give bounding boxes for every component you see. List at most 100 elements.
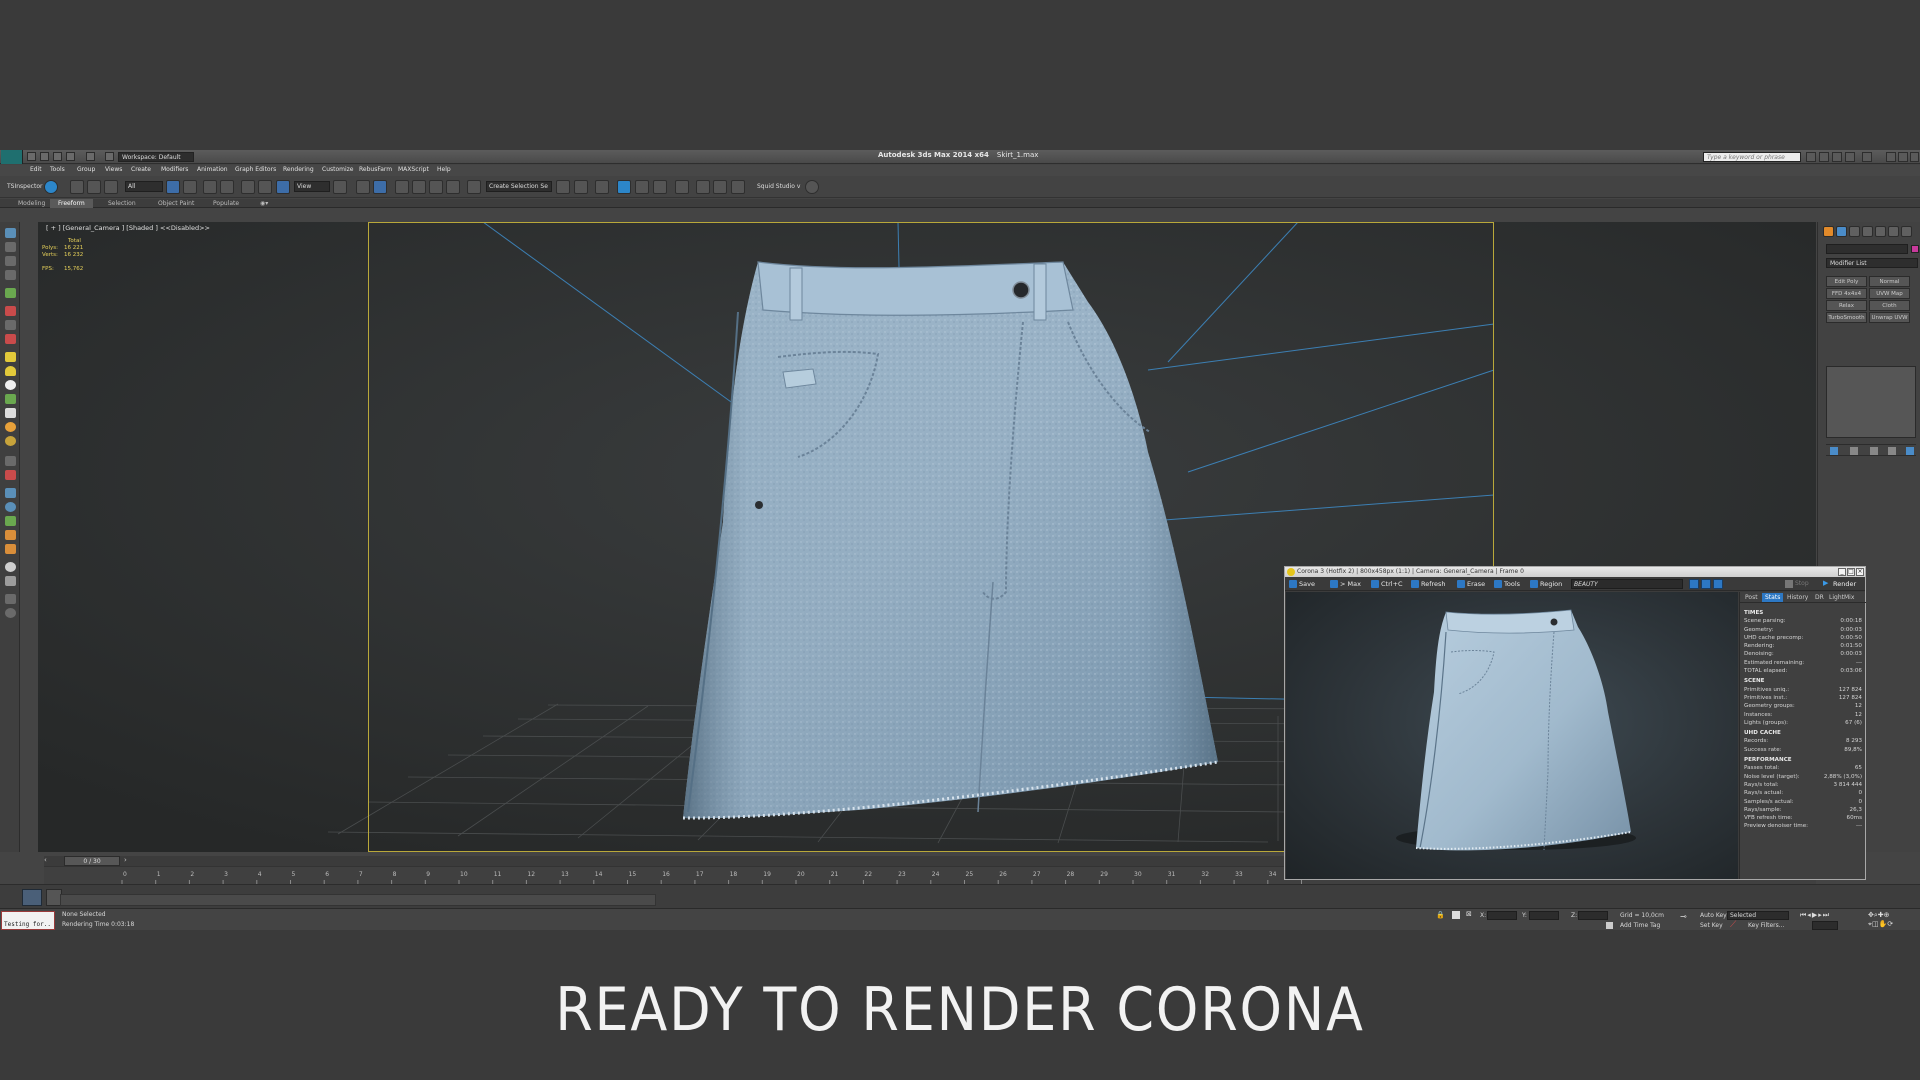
zoom-out-icon[interactable]: [1701, 579, 1711, 589]
squid-studio-icon[interactable]: [805, 180, 819, 194]
menu-group[interactable]: Group: [77, 166, 95, 173]
unlink-selection-icon[interactable]: [87, 180, 101, 194]
modifier-list-dropdown[interactable]: Modifier List: [1826, 258, 1918, 268]
vfb-erase-button[interactable]: Erase: [1457, 579, 1485, 589]
menu-graph-editors[interactable]: Graph Editors: [235, 166, 276, 173]
minimize-icon[interactable]: [1886, 152, 1896, 162]
menu-modifiers[interactable]: Modifiers: [161, 166, 188, 173]
vfb-minimize-icon[interactable]: _: [1838, 568, 1846, 576]
tsinspector-label[interactable]: TSInspector: [7, 183, 42, 190]
vfb-tools-button[interactable]: Tools: [1494, 579, 1520, 589]
percent-snap-icon[interactable]: [429, 180, 443, 194]
render-setup-icon[interactable]: [696, 180, 710, 194]
isolate-icon[interactable]: [1452, 911, 1460, 919]
help-icon[interactable]: [1862, 152, 1872, 162]
select-and-move-icon[interactable]: [241, 180, 255, 194]
vfb-region-button[interactable]: Region: [1530, 579, 1562, 589]
vfb-save-button[interactable]: Save: [1289, 579, 1315, 589]
curve-editor-icon[interactable]: [635, 180, 649, 194]
plane-icon[interactable]: [5, 456, 16, 466]
vfb-render-button[interactable]: Render: [1833, 580, 1856, 588]
modifier-relax-button[interactable]: Relax: [1826, 300, 1867, 311]
modifier-ffd-button[interactable]: FFD 4x4x4: [1826, 288, 1867, 299]
new-file-icon[interactable]: [27, 152, 36, 161]
help-circle-icon[interactable]: [5, 608, 16, 618]
menu-rendering[interactable]: Rendering: [283, 166, 314, 173]
vfb-copy-button[interactable]: Ctrl+C: [1371, 579, 1403, 589]
modifier-normal-button[interactable]: Normal: [1869, 276, 1910, 287]
y-coordinate-field[interactable]: [1529, 911, 1559, 920]
absolute-mode-icon[interactable]: ⊠: [1466, 911, 1476, 919]
modifier-unwrap-uvw-button[interactable]: Unwrap UVW: [1869, 312, 1910, 323]
menu-help[interactable]: Help: [437, 166, 451, 173]
teapot-icon[interactable]: [5, 394, 16, 404]
time-slider-thumb[interactable]: 0 / 30: [64, 856, 120, 866]
key-icon[interactable]: ⊸: [1680, 913, 1694, 921]
paint-icon[interactable]: [5, 530, 16, 540]
modifier-edit-poly-button[interactable]: Edit Poly: [1826, 276, 1867, 287]
menu-maxscript[interactable]: MAXScript: [398, 166, 429, 173]
reference-coordinate-dropdown[interactable]: View: [294, 181, 330, 192]
grid-icon[interactable]: [5, 270, 16, 280]
align-icon[interactable]: [574, 180, 588, 194]
tab-object-paint[interactable]: Object Paint: [150, 199, 202, 208]
key-track[interactable]: [60, 894, 656, 906]
select-and-rotate-icon[interactable]: [258, 180, 272, 194]
snaps-toggle-icon[interactable]: [395, 180, 409, 194]
edit-named-selection-icon[interactable]: [467, 180, 481, 194]
menu-animation[interactable]: Animation: [197, 166, 228, 173]
vfb-refresh-button[interactable]: Refresh: [1411, 579, 1446, 589]
menu-customize[interactable]: Customize: [322, 166, 354, 173]
tab-selection[interactable]: Selection: [100, 199, 144, 208]
select-by-name-icon[interactable]: [183, 180, 197, 194]
spinner-snap-icon[interactable]: [446, 180, 460, 194]
menu-edit[interactable]: Edit: [30, 166, 42, 173]
zoom-in-icon[interactable]: [1689, 579, 1699, 589]
select-and-scale-icon[interactable]: [276, 180, 290, 194]
open-file-icon[interactable]: [40, 152, 49, 161]
motion-tab-icon[interactable]: [1862, 226, 1873, 237]
modifier-stack[interactable]: [1826, 366, 1916, 438]
rectangular-selection-icon[interactable]: [203, 180, 217, 194]
tsinspector-icon[interactable]: [44, 180, 58, 194]
select-and-link-icon[interactable]: [70, 180, 84, 194]
maxscript-listener[interactable]: Testing for..: [1, 911, 55, 930]
search-icon[interactable]: [1806, 152, 1816, 162]
add-time-tag[interactable]: Add Time Tag: [1620, 922, 1660, 929]
material-ball-icon[interactable]: [5, 562, 16, 572]
save-file-icon[interactable]: [53, 152, 62, 161]
viewport-navigation-icons[interactable]: ✥⌕✚⊕ ⌖◫✋⟳: [1868, 911, 1920, 929]
curve-icon[interactable]: [5, 320, 16, 330]
angle-snap-icon[interactable]: [412, 180, 426, 194]
next-frame-arrow-icon[interactable]: ›: [124, 856, 132, 866]
set-key-icon[interactable]: ⟋: [1730, 921, 1739, 930]
dome-icon[interactable]: [5, 366, 16, 376]
key-mode-dropdown[interactable]: Selected: [1727, 911, 1789, 920]
zoom-fit-icon[interactable]: [1713, 579, 1723, 589]
display-tab-icon[interactable]: [1875, 226, 1886, 237]
utilities-tab-icon[interactable]: [1888, 226, 1899, 237]
squid-studio-label[interactable]: Squid Studio v: [757, 183, 800, 190]
timeline-toggle-icon[interactable]: [22, 889, 42, 906]
layer-manager-icon[interactable]: [595, 180, 609, 194]
vfb-to-max-button[interactable]: > Max: [1330, 579, 1361, 589]
undo-icon[interactable]: [66, 152, 75, 161]
keyboard-shortcut-override-icon[interactable]: [373, 180, 387, 194]
create-tab-icon[interactable]: [1823, 226, 1834, 237]
brush-icon[interactable]: [5, 544, 16, 554]
sun-icon[interactable]: [5, 422, 16, 432]
workspace-dropdown[interactable]: Workspace: Default: [118, 152, 194, 162]
redo-icon[interactable]: [86, 152, 95, 161]
scene-explorer-icon[interactable]: [617, 180, 631, 194]
tab-populate[interactable]: Populate: [205, 199, 247, 208]
time-tag-icon[interactable]: [1606, 922, 1613, 929]
set-key-button[interactable]: Set Key: [1700, 922, 1723, 929]
favorites-icon[interactable]: [1832, 152, 1842, 162]
menu-views[interactable]: Views: [105, 166, 122, 173]
tab-modeling[interactable]: Modeling: [10, 199, 53, 208]
helper-icon[interactable]: [5, 306, 16, 316]
rendered-frame-window-icon[interactable]: [713, 180, 727, 194]
tape-icon[interactable]: [5, 470, 16, 480]
stop-icon[interactable]: [1785, 580, 1793, 588]
camera-icon[interactable]: [5, 334, 16, 344]
